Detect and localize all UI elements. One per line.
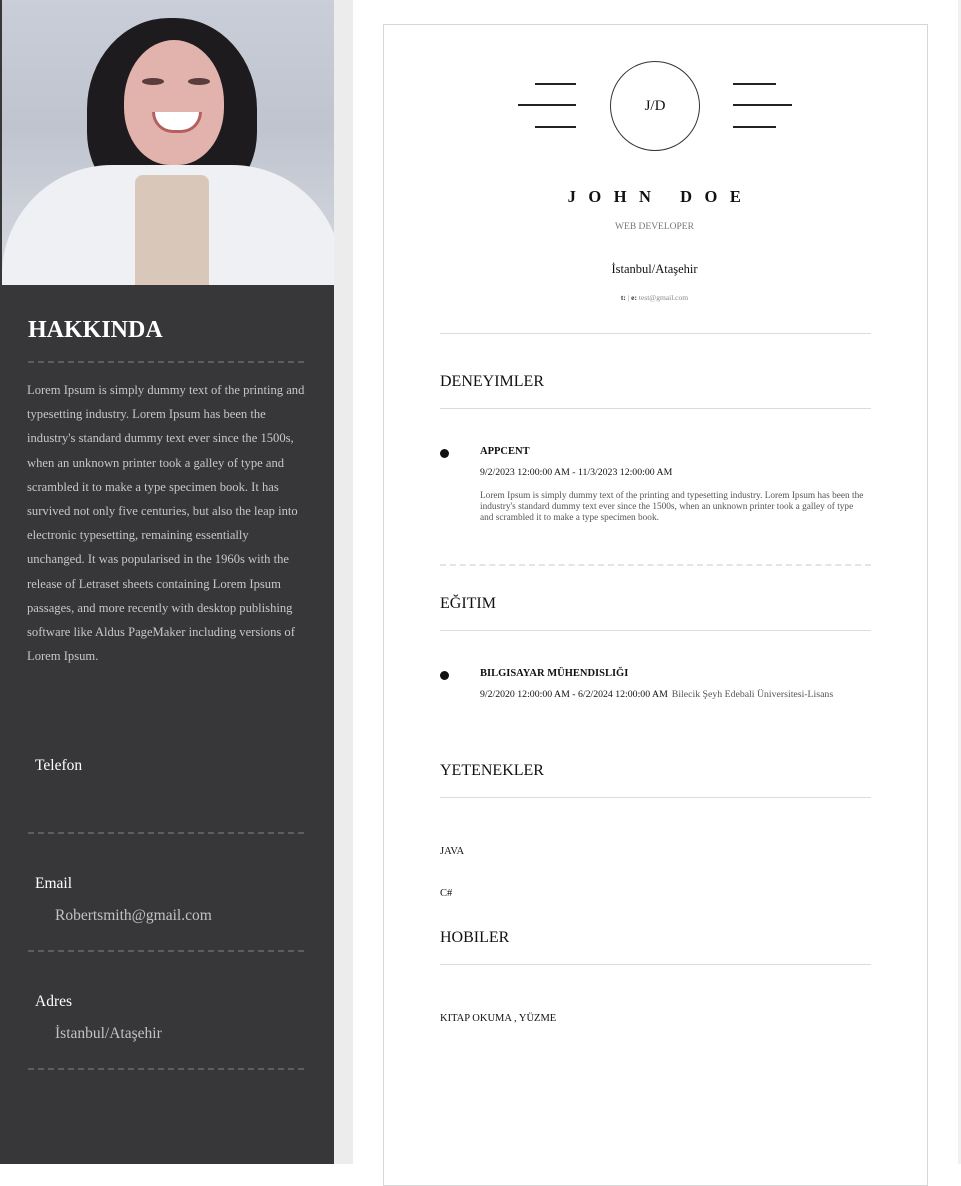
- experience-dates: 9/2/2023 12:00:00 AM - 11/3/2023 12:00:0…: [480, 467, 673, 478]
- decor-line: [535, 126, 576, 128]
- education-dates: 9/2/2020 12:00:00 AM - 6/2/2024 12:00:00…: [480, 689, 668, 700]
- contact-email[interactable]: test@gmail.com: [639, 293, 688, 302]
- decor-line: [535, 83, 576, 85]
- about-title: HAKKINDA: [28, 317, 163, 343]
- divider: [28, 832, 304, 834]
- phone-label: Telefon: [35, 757, 83, 774]
- education-details: 9/2/2020 12:00:00 AM - 6/2/2024 12:00:00…: [480, 689, 833, 700]
- location: İstanbul/Ataşehir: [611, 262, 698, 276]
- profile-photo: [2, 0, 342, 285]
- education-school: Bilecik Şeyh Edebali Üniversitesi-Lisans: [671, 689, 834, 700]
- email-value[interactable]: Robertsmith@gmail.com: [55, 907, 212, 925]
- divider: [440, 797, 871, 798]
- education-title: EĞITIM: [440, 595, 496, 612]
- email-label: e:: [631, 293, 637, 302]
- hobbies-text: KITAP OKUMA , YÜZME: [440, 1013, 557, 1024]
- email-label: Email: [35, 875, 73, 892]
- skill-item: C#: [440, 888, 453, 899]
- experience-title: DENEYIMLER: [440, 373, 544, 390]
- job-title: WEB DEVELOPER: [615, 222, 694, 232]
- bullet-icon: [440, 449, 449, 458]
- decor-line: [733, 126, 776, 128]
- education-degree: BILGISAYAR MÜHENDISLIĞI: [480, 668, 629, 679]
- decor-line: [733, 83, 776, 85]
- monogram: J/D: [610, 61, 700, 151]
- gutter: [334, 0, 353, 1164]
- decor-line: [518, 104, 576, 106]
- divider: [28, 950, 304, 952]
- divider: [440, 408, 871, 409]
- divider: [440, 964, 871, 965]
- skills-title: YETENEKLER: [440, 762, 544, 779]
- divider: [440, 333, 871, 334]
- full-name: JOHN DOE: [567, 187, 754, 206]
- decor-line: [733, 104, 792, 106]
- skill-item: JAVA: [440, 846, 465, 857]
- about-text: Lorem Ipsum is simply dummy text of the …: [27, 383, 305, 664]
- separator: |: [627, 293, 630, 302]
- divider: [28, 361, 304, 363]
- address-value: İstanbul/Ataşehir: [55, 1025, 162, 1042]
- experience-description: Lorem Ipsum is simply dummy text of the …: [480, 491, 864, 524]
- bullet-icon: [440, 671, 449, 680]
- experience-company: APPCENT: [480, 446, 530, 457]
- divider: [440, 630, 871, 631]
- hobbies-title: HOBILER: [440, 929, 510, 946]
- address-label: Adres: [35, 993, 73, 1010]
- divider: [440, 564, 871, 566]
- phone-label: t:: [620, 293, 626, 302]
- divider: [28, 1068, 304, 1070]
- contact-line: t: | e: test@gmail.com: [383, 293, 926, 302]
